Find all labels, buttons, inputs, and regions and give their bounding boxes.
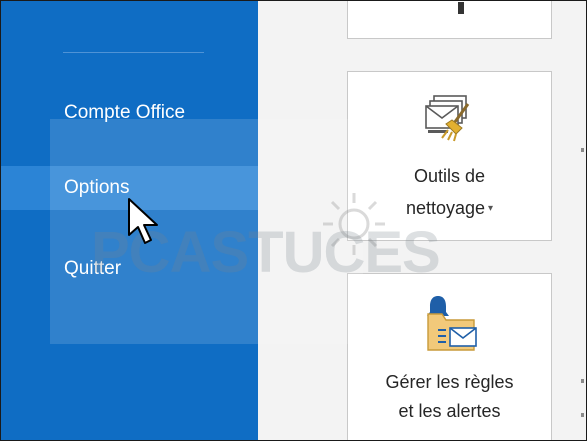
cleanup-tools-icon xyxy=(425,95,470,142)
edge-text-fragment xyxy=(581,148,584,152)
outlook-backstage-window: Compte Office Options Quitter Outils de … xyxy=(0,0,587,441)
manage-rules-alerts-button[interactable]: Gérer les règles et les alertes xyxy=(347,273,552,440)
partial-text-glyph xyxy=(458,2,464,14)
dropdown-caret-icon: ▾ xyxy=(488,203,494,215)
tile-label-text: nettoyage xyxy=(405,198,486,218)
sidebar-divider xyxy=(63,52,204,53)
tile-label-line1: Outils de xyxy=(413,166,486,186)
rules-alerts-icon xyxy=(427,296,477,351)
tile-label-line1: Gérer les règles xyxy=(385,372,514,392)
tile-label-line2: et les alertes xyxy=(398,401,501,421)
tile-partial-top[interactable] xyxy=(347,1,552,39)
edge-text-fragment xyxy=(581,379,584,383)
mouse-pointer-icon xyxy=(128,198,158,244)
edge-text-fragment xyxy=(581,413,584,417)
